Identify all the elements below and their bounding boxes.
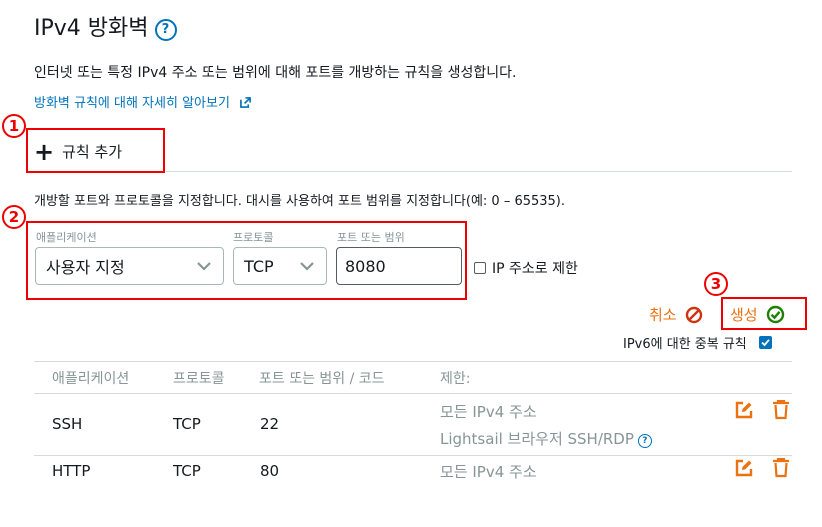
ipv6-duplicate-checkbox[interactable] <box>758 336 772 349</box>
plus-icon: + <box>34 137 55 166</box>
row-restriction: 모든 IPv4 주소 <box>440 403 537 421</box>
create-label: 생성 <box>730 306 758 324</box>
help-icon[interactable]: ? <box>154 19 177 41</box>
table-header-application: 애플리케이션 <box>52 371 130 387</box>
row-restriction-extra: Lightsail 브라우저 SSH/RDP? <box>440 428 652 449</box>
ipv6-duplicate-toggle[interactable]: IPv6에 대한 중복 규칙 <box>623 333 772 352</box>
delete-icon[interactable] <box>772 458 790 478</box>
row-port: 22 <box>260 415 280 433</box>
cancel-label: 취소 <box>649 306 677 324</box>
table-header-restriction: 제한: <box>440 371 471 387</box>
page-title-text: IPv4 방화벽 <box>34 16 149 41</box>
edit-icon[interactable] <box>735 401 753 419</box>
delete-icon[interactable] <box>772 400 790 420</box>
help-icon[interactable]: ? <box>637 434 652 448</box>
row-application: SSH <box>52 415 83 433</box>
port-label: 포트 또는 범위 <box>337 231 405 244</box>
row-restriction-extra-label: Lightsail 브라우저 SSH/RDP <box>440 430 634 448</box>
annotation-marker-3: 3 <box>704 272 728 296</box>
protocol-value: TCP <box>244 256 274 276</box>
external-link-icon <box>240 97 251 108</box>
annotation-marker-2: 2 <box>2 205 26 229</box>
application-value: 사용자 지정 <box>46 258 125 277</box>
check-circle-icon <box>766 305 784 324</box>
restrict-ip-toggle[interactable]: IP 주소로 제한 <box>474 258 578 278</box>
learn-more-link[interactable]: 방화벽 규칙에 대해 자세히 알아보기 <box>34 92 251 111</box>
protocol-label: 프로토콜 <box>233 231 274 244</box>
ipv6-duplicate-label: IPv6에 대한 중복 규칙 <box>623 337 747 352</box>
table-row: HTTP TCP 80 모든 IPv4 주소 <box>0 455 822 489</box>
row-restriction: 모든 IPv4 주소 <box>440 463 537 481</box>
restrict-ip-label: IP 주소로 제한 <box>492 261 578 277</box>
chevron-down-icon <box>197 261 211 271</box>
add-rule-button[interactable]: + 규칙 추가 <box>34 137 123 166</box>
create-button[interactable]: 생성 <box>730 304 785 325</box>
application-label: 애플리케이션 <box>36 231 97 244</box>
restrict-ip-checkbox[interactable] <box>474 262 486 274</box>
page-title: IPv4 방화벽? <box>34 10 177 42</box>
divider <box>166 171 792 172</box>
annotation-marker-1: 1 <box>2 114 26 138</box>
row-application: HTTP <box>52 462 91 480</box>
row-protocol: TCP <box>173 462 201 480</box>
divider <box>34 361 792 362</box>
protocol-select[interactable]: TCP <box>233 247 327 285</box>
cancel-button[interactable]: 취소 <box>649 304 703 325</box>
table-header-port: 포트 또는 범위 / 코드 <box>259 371 385 387</box>
cancel-icon <box>685 306 702 323</box>
chevron-down-icon <box>300 261 314 271</box>
application-select[interactable]: 사용자 지정 <box>35 247 224 285</box>
edit-icon[interactable] <box>735 459 753 477</box>
table-row: SSH TCP 22 모든 IPv4 주소 Lightsail 브라우저 SSH… <box>0 393 822 455</box>
port-input[interactable]: 8080 <box>336 247 462 285</box>
add-rule-label: 규칙 추가 <box>62 143 123 161</box>
page-description: 인터넷 또는 특정 IPv4 주소 또는 범위에 대해 포트를 개방하는 규칙을… <box>34 65 517 81</box>
row-protocol: TCP <box>173 415 201 433</box>
port-hint: 개방할 포트와 프로토콜을 지정합니다. 대시를 사용하여 포트 범위를 지정합… <box>34 194 566 209</box>
port-value: 8080 <box>345 256 386 276</box>
row-port: 80 <box>260 462 280 480</box>
table-header-protocol: 프로토콜 <box>173 371 225 387</box>
learn-more-label: 방화벽 규칙에 대해 자세히 알아보기 <box>34 96 230 111</box>
